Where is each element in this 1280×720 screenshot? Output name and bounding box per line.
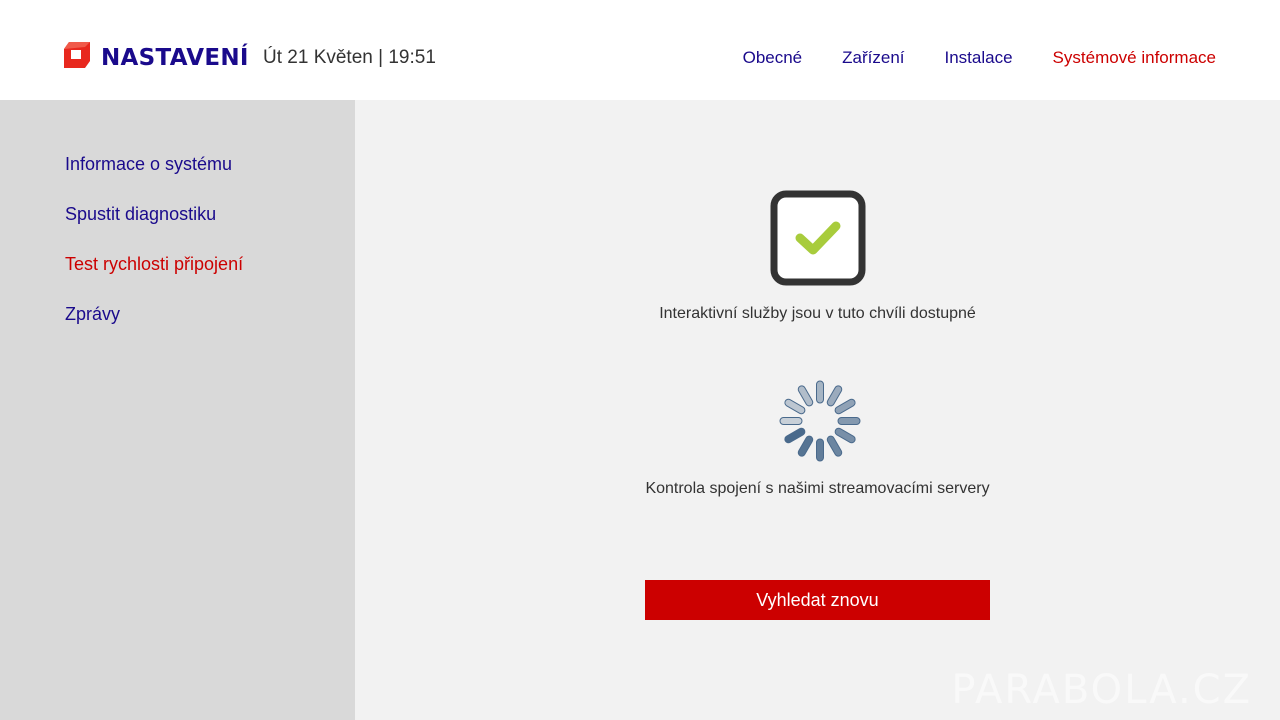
spinner-spoke — [784, 398, 806, 415]
logo-icon — [64, 42, 90, 68]
spinner-spoke — [834, 427, 856, 444]
sidebar-item-diagnostics[interactable]: Spustit diagnostiku — [65, 201, 216, 227]
brand-title: NASTAVENÍ — [101, 45, 249, 71]
spinner-spoke — [816, 438, 824, 462]
interactive-services-status: Interaktivní služby jsou v tuto chvíli d… — [659, 305, 976, 322]
nav-tab-obecne[interactable]: Obecné — [743, 46, 803, 70]
nav-tab-instalace[interactable]: Instalace — [945, 46, 1013, 70]
spinner-spoke — [797, 435, 814, 457]
sidebar-item-messages[interactable]: Zprávy — [65, 301, 120, 327]
nav-tab-systemove-informace[interactable]: Systémové informace — [1053, 46, 1216, 70]
date-time: Út 21 Květen | 19:51 — [263, 47, 436, 68]
spinner-spoke — [784, 427, 806, 444]
main-content: Interaktivní služby jsou v tuto chvíli d… — [355, 100, 1280, 720]
sidebar-item-speed-test[interactable]: Test rychlosti připojení — [65, 251, 243, 277]
spinner-spoke — [779, 417, 803, 425]
sidebar: Informace o systému Spustit diagnostiku … — [0, 100, 355, 720]
search-again-button[interactable]: Vyhledat znovu — [645, 580, 990, 620]
spinner-spoke — [837, 417, 861, 425]
spinner-spoke — [797, 385, 814, 407]
header-bar: NASTAVENÍ Út 21 Květen | 19:51 Obecné Za… — [0, 0, 1280, 100]
loading-spinner-icon — [779, 380, 861, 462]
spinner-spoke — [816, 380, 824, 404]
sidebar-item-system-info[interactable]: Informace o systému — [65, 151, 232, 177]
top-navigation: Obecné Zařízení Instalace Systémové info… — [743, 46, 1216, 70]
spinner-spoke — [834, 398, 856, 415]
spinner-spoke — [826, 435, 843, 457]
nav-tab-zarizeni[interactable]: Zařízení — [842, 46, 904, 70]
streaming-servers-status: Kontrola spojení s našimi streamovacími … — [645, 480, 990, 497]
spinner-spoke — [826, 385, 843, 407]
watermark: PARABOLA.CZ — [951, 667, 1252, 713]
checkmark-icon — [770, 190, 866, 286]
